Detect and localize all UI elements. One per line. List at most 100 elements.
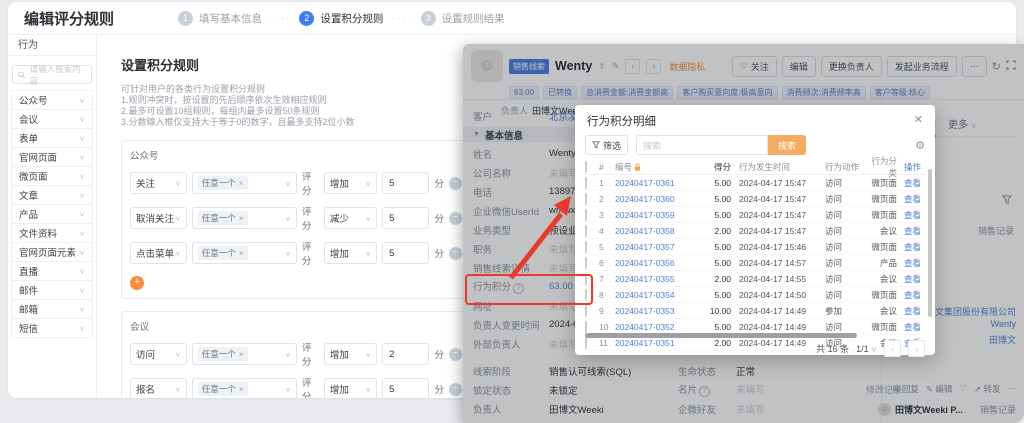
sidebar-item-邮箱[interactable]: 邮箱∨ xyxy=(12,300,92,319)
select-all-checkbox[interactable] xyxy=(585,161,587,173)
cell-record-id-link[interactable]: 20240417-0357 xyxy=(615,242,699,252)
cell-record-id-link[interactable]: 20240417-0358 xyxy=(615,226,699,236)
view-link[interactable]: 查看 xyxy=(897,209,921,221)
sidebar-search-input[interactable]: 请输入搜索内容 xyxy=(12,65,92,84)
cell-record-id-link[interactable]: 20240417-0354 xyxy=(615,290,699,300)
operation-select[interactable]: 增加∨ xyxy=(324,242,377,264)
cell-record-id-link[interactable]: 20240417-0353 xyxy=(615,306,699,316)
close-icon[interactable]: ✕ xyxy=(914,113,923,126)
view-link[interactable]: 查看 xyxy=(897,257,921,269)
row-checkbox[interactable] xyxy=(585,241,587,253)
cell-time: 2024-04-17 14:49 xyxy=(739,338,825,348)
prev-page-button[interactable]: ‹ xyxy=(884,340,901,357)
sidebar-item-表单[interactable]: 表单∨ xyxy=(12,129,92,148)
sidebar-item-直播[interactable]: 直播∨ xyxy=(12,262,92,281)
row-checkbox[interactable] xyxy=(585,289,587,301)
row-checkbox[interactable] xyxy=(585,177,587,189)
score-value-input[interactable]: 5 xyxy=(382,378,429,398)
sidebar-item-产品[interactable]: 产品∨ xyxy=(12,205,92,224)
sidebar-item-公众号[interactable]: 公众号∨ xyxy=(12,91,92,110)
next-page-button[interactable]: › xyxy=(908,340,925,357)
horizontal-scrollbar[interactable] xyxy=(585,333,857,338)
view-link[interactable]: 查看 xyxy=(897,193,921,205)
row-checkbox[interactable] xyxy=(585,337,587,349)
row-checkbox[interactable] xyxy=(585,321,587,333)
row-checkbox[interactable] xyxy=(585,209,587,221)
remove-rule-button[interactable]: − xyxy=(449,212,462,225)
remove-tag-icon[interactable]: × xyxy=(239,178,244,188)
step-2[interactable]: 2设置积分规则 xyxy=(299,11,383,26)
score-value-input[interactable]: 2 xyxy=(382,343,429,365)
add-rule-button[interactable]: + xyxy=(130,276,144,290)
view-link[interactable]: 查看 xyxy=(897,289,921,301)
remove-rule-button[interactable]: − xyxy=(449,247,462,260)
cell-record-id-link[interactable]: 20240417-0351 xyxy=(615,338,699,348)
row-checkbox[interactable] xyxy=(585,225,587,237)
remove-rule-button[interactable]: − xyxy=(449,348,462,361)
remove-tag-icon[interactable]: × xyxy=(239,213,244,223)
sidebar-item-微页面[interactable]: 微页面∨ xyxy=(12,167,92,186)
action-select[interactable]: 关注∨ xyxy=(130,172,187,194)
cell-record-id-link[interactable]: 20240417-0356 xyxy=(615,258,699,268)
target-multiselect[interactable]: 任意一个×∨ xyxy=(192,172,297,194)
target-multiselect[interactable]: 任意一个×∨ xyxy=(192,242,297,264)
view-link[interactable]: 查看 xyxy=(897,273,921,285)
cell-index: 4 xyxy=(599,226,615,236)
cell-record-id-link[interactable]: 20240417-0352 xyxy=(615,322,699,332)
cell-record-id-link[interactable]: 20240417-0359 xyxy=(615,210,699,220)
sidebar-item-官网页面[interactable]: 官网页面∨ xyxy=(12,148,92,167)
sidebar-item-label: 邮件 xyxy=(19,283,38,297)
page-select[interactable]: 1/1 ∨ xyxy=(856,344,877,354)
modal-search-button[interactable]: 搜索 xyxy=(768,135,806,155)
cell-record-id-link[interactable]: 20240417-0355 xyxy=(615,274,699,284)
sidebar-item-文章[interactable]: 文章∨ xyxy=(12,186,92,205)
score-value-input[interactable]: 5 xyxy=(382,242,429,264)
action-select[interactable]: 点击菜单∨ xyxy=(130,242,187,264)
row-checkbox-cell xyxy=(585,210,599,220)
remove-tag-icon[interactable]: × xyxy=(239,248,244,258)
target-multiselect[interactable]: 任意一个×∨ xyxy=(192,378,297,398)
row-checkbox[interactable] xyxy=(585,257,587,269)
modal-search-input[interactable]: 搜索 xyxy=(636,135,768,155)
view-link[interactable]: 查看 xyxy=(897,321,921,333)
row-checkbox[interactable] xyxy=(585,273,587,285)
column-header-编号: 编号 xyxy=(615,161,699,173)
operation-select[interactable]: 减少∨ xyxy=(324,207,377,229)
sidebar-item-官网页面元素[interactable]: 官网页面元素∨ xyxy=(12,243,92,262)
operation-select[interactable]: 增加∨ xyxy=(324,343,377,365)
view-link[interactable]: 查看 xyxy=(897,177,921,189)
remove-tag-icon[interactable]: × xyxy=(239,384,244,394)
action-select[interactable]: 报名∨ xyxy=(130,378,187,398)
sidebar-item-会议[interactable]: 会议∨ xyxy=(12,110,92,129)
gear-icon[interactable]: ⚙ xyxy=(915,139,925,152)
cell-index: 9 xyxy=(599,306,615,316)
cell-record-id-link[interactable]: 20240417-0361 xyxy=(615,178,699,188)
remove-tag-icon[interactable]: × xyxy=(239,349,244,359)
row-checkbox[interactable] xyxy=(585,305,587,317)
cell-record-id-link[interactable]: 20240417-0360 xyxy=(615,194,699,204)
view-link[interactable]: 查看 xyxy=(897,241,921,253)
action-select[interactable]: 访问∨ xyxy=(130,343,187,365)
step-3[interactable]: 3设置规则结果 xyxy=(421,11,505,26)
sidebar-item-文件资料[interactable]: 文件资料∨ xyxy=(12,224,92,243)
remove-rule-button[interactable]: − xyxy=(449,177,462,190)
view-link[interactable]: 查看 xyxy=(897,305,921,317)
target-multiselect[interactable]: 任意一个×∨ xyxy=(192,343,297,365)
vertical-scrollbar[interactable] xyxy=(928,169,932,317)
target-multiselect[interactable]: 任意一个×∨ xyxy=(192,207,297,229)
chevron-down-icon: ∨ xyxy=(285,249,291,256)
score-value-input[interactable]: 5 xyxy=(382,172,429,194)
operation-select[interactable]: 增加∨ xyxy=(324,172,377,194)
row-checkbox[interactable] xyxy=(585,193,587,205)
action-select[interactable]: 取消关注∨ xyxy=(130,207,187,229)
sidebar-item-邮件[interactable]: 邮件∨ xyxy=(12,281,92,300)
operation-select[interactable]: 增加∨ xyxy=(324,378,377,398)
score-value-input[interactable]: 5 xyxy=(382,207,429,229)
sidebar-item-短信[interactable]: 短信∨ xyxy=(12,319,92,338)
cell-index: 11 xyxy=(599,338,615,348)
filter-button[interactable]: 筛选 xyxy=(585,135,628,155)
chevron-down-icon: ∨ xyxy=(79,305,85,312)
step-1[interactable]: 1填写基本信息 xyxy=(178,11,262,26)
remove-rule-button[interactable]: − xyxy=(449,383,462,396)
view-link[interactable]: 查看 xyxy=(897,225,921,237)
